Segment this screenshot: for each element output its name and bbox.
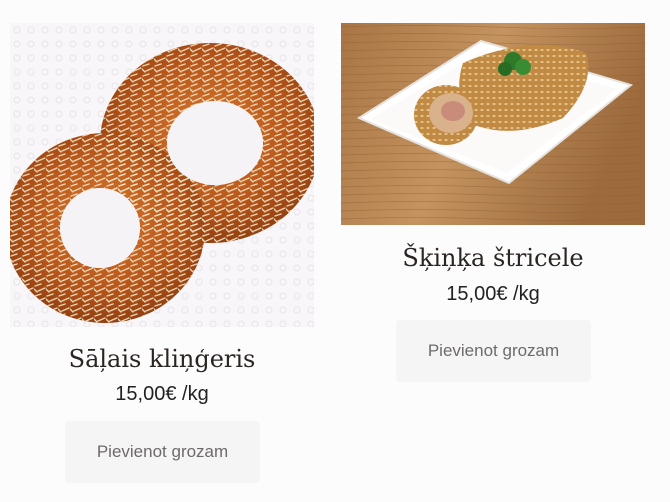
product-image-ham-roll[interactable] bbox=[341, 23, 645, 225]
product-image-pretzel[interactable] bbox=[10, 23, 314, 327]
product-grid: Sāļais kliņģeris 15,00€ /kg Pievienot gr… bbox=[0, 0, 670, 502]
add-to-cart-button[interactable]: Pievienot grozam bbox=[396, 320, 591, 382]
product-title[interactable]: Šķiņķa štricele bbox=[341, 244, 645, 272]
product-price: 15,00€ /kg bbox=[446, 283, 540, 305]
product-price: 15,00€ /kg bbox=[115, 383, 209, 405]
product-title[interactable]: Sāļais kliņģeris bbox=[10, 345, 314, 373]
add-to-cart-button[interactable]: Pievienot grozam bbox=[65, 421, 260, 483]
